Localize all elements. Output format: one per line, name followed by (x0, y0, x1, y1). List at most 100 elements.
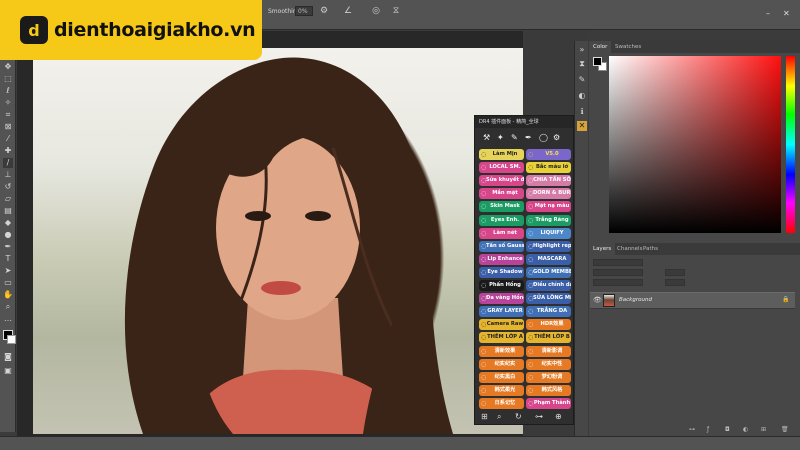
plugin-button[interactable]: ◌ 清新影调 (526, 345, 571, 357)
brush-tool-icon[interactable]: / (3, 158, 13, 168)
link-icon[interactable]: ⊶ (535, 412, 543, 421)
plugin-button[interactable]: ◌ 韩式柔光 (479, 384, 524, 396)
plugin-button[interactable]: ◌ CHIA TẦN SỐ (526, 175, 571, 187)
more-tools-icon[interactable]: … (3, 314, 13, 324)
plugin-button[interactable]: ◌ Làm nét (479, 227, 524, 239)
plugin-button[interactable]: ◌ DORN & BURN (526, 188, 571, 200)
fill-input[interactable] (665, 279, 685, 286)
pen-icon[interactable]: ✒ (525, 133, 532, 142)
background-color-swatch[interactable] (7, 335, 16, 344)
wand-icon[interactable]: ✦ (497, 133, 504, 142)
plugin-button[interactable]: ◌ MASCARA (526, 253, 571, 265)
plugin-panel-icon[interactable]: ✕ (577, 121, 587, 131)
portrait-photo[interactable] (33, 48, 523, 434)
plugin-button[interactable]: ◌ 纪实中性 (526, 358, 571, 370)
plugin-button[interactable]: ◌ Điều chỉnh da (526, 280, 571, 291)
plugin-button[interactable]: ◌ Tần số Gauss (479, 240, 524, 252)
plugin-button[interactable]: ◌ TRẮNG DA (526, 306, 571, 318)
plugin-button[interactable]: ◌ Skin Mask (479, 201, 524, 213)
new-layer-icon[interactable]: ⊞ (761, 426, 766, 433)
color-picker-field[interactable] (609, 56, 781, 233)
frame-tool-icon[interactable]: ⊠ (3, 122, 13, 132)
plugin-button[interactable]: ◌ Eye Shadow (479, 266, 524, 278)
foreground-swatch[interactable] (593, 57, 602, 66)
plugin-button[interactable]: ◌ Phấn Hồng (479, 280, 524, 291)
tools-icon[interactable]: ⚒ (483, 133, 490, 142)
plugin-button[interactable]: ◌ Phạm Thành (526, 397, 571, 409)
plugin-button[interactable]: ◌ THÊM LỚP A (479, 332, 524, 344)
brush-icon[interactable]: ✎ (511, 133, 518, 142)
fx-icon[interactable]: ƒ (707, 426, 709, 433)
add-mask-icon[interactable]: ◘ (725, 426, 730, 433)
adjustments-panel-icon[interactable]: ◐ (577, 91, 587, 101)
move-tool-icon[interactable]: ✥ (3, 62, 13, 72)
info-panel-icon[interactable]: ℹ (577, 107, 587, 117)
tab-color[interactable]: Color (589, 41, 612, 53)
dodge-tool-icon[interactable]: ● (3, 230, 13, 240)
plugin-button[interactable]: ◌ GRAY LAYER (479, 306, 524, 318)
plugin-button[interactable]: ◌GOLD MEMBER (526, 266, 571, 278)
layer-filter-select[interactable] (593, 259, 643, 266)
plugin-button[interactable]: ◌ Camera Raw (479, 319, 524, 331)
pressure-icon[interactable]: ◎ (370, 5, 382, 17)
smoothing-input[interactable]: 0% (295, 6, 313, 16)
adjustment-layer-icon[interactable]: ◐ (743, 426, 748, 433)
layer-name[interactable]: Background (619, 297, 652, 303)
plugin-button[interactable]: ◌ Trắng Răng (526, 214, 571, 226)
plugin-button[interactable]: ◌ Mắn mặt (479, 188, 524, 200)
close-icon[interactable]: ✕ (783, 9, 790, 18)
plugin-button[interactable]: ◌ 纪实黑白 (479, 371, 524, 383)
type-tool-icon[interactable]: T (3, 254, 13, 264)
magic-wand-icon[interactable]: ✧ (3, 98, 13, 108)
plugin-button[interactable]: ◌ 清新效果 (479, 345, 524, 357)
history-panel-icon[interactable]: ⧗ (577, 59, 587, 69)
plugin-button[interactable]: ◌ SỬA LÔNG MI (526, 293, 571, 305)
lock-controls[interactable] (593, 279, 643, 286)
plugin-button[interactable]: ◌ Bắc màu lớ (526, 162, 571, 174)
tab-paths[interactable]: Paths (639, 243, 662, 255)
brush-panel-icon[interactable]: ✎ (577, 75, 587, 85)
rectangle-tool-icon[interactable]: ▭ (3, 278, 13, 288)
grid-icon[interactable]: ⊞ (481, 412, 488, 421)
lock-icon[interactable]: 🔒 (782, 296, 789, 303)
history-brush-icon[interactable]: ↺ (3, 182, 13, 192)
screen-mode-icon[interactable]: ▣ (3, 366, 13, 376)
lasso-tool-icon[interactable]: ℓ (3, 86, 13, 96)
blur-tool-icon[interactable]: ◆ (3, 218, 13, 228)
search-icon[interactable]: ⌕ (497, 412, 501, 422)
path-select-icon[interactable]: ➤ (3, 266, 13, 276)
blend-mode-select[interactable] (593, 269, 643, 276)
plugin-button[interactable]: ◌ HDR效果 (526, 319, 571, 331)
eraser-icon[interactable]: ▱ (3, 194, 13, 204)
collapse-icon[interactable]: » (577, 45, 587, 55)
plugin-button[interactable]: ◌ THÊM LỚP B (526, 332, 571, 344)
plugin-button[interactable]: ◌ LOCAL SM. (479, 162, 524, 174)
minimize-icon[interactable]: – (766, 9, 770, 18)
history-icon[interactable]: ↻ (515, 412, 522, 421)
link-layers-icon[interactable]: ⊶ (689, 426, 695, 433)
brush-angle-icon[interactable]: ∠ (342, 5, 354, 17)
gradient-tool-icon[interactable]: ▤ (3, 206, 13, 216)
plugin-button[interactable]: ◌ Làm Mịn (479, 149, 524, 160)
plugin-button[interactable]: ◌Highlight repair (526, 240, 571, 252)
marquee-tool-icon[interactable]: ⬚ (3, 74, 13, 84)
plugin-button[interactable]: ◌ Eyes Enh. (479, 214, 524, 226)
plus-icon[interactable]: ⊕ (555, 412, 562, 421)
tab-layers[interactable]: Layers (589, 243, 616, 255)
settings-icon[interactable]: ⚙ (553, 133, 560, 142)
plugin-button[interactable]: ◌ V5.0 (526, 149, 571, 160)
opacity-input[interactable] (665, 269, 685, 276)
plugin-button[interactable]: ◌ 日系记忆 (479, 397, 524, 409)
hue-slider[interactable] (786, 56, 795, 233)
healing-brush-icon[interactable]: ✚ (3, 146, 13, 156)
tab-swatches[interactable]: Swatches (611, 41, 645, 53)
hand-tool-icon[interactable]: ✋ (3, 290, 13, 300)
eyedropper-icon[interactable]: ⁄ (3, 134, 13, 144)
zoom-tool-icon[interactable]: ⌕ (3, 302, 13, 312)
quick-mask-icon[interactable]: ◙ (3, 352, 13, 362)
pen-tool-icon[interactable]: ✒ (3, 242, 13, 252)
plugin-button[interactable]: ◌ 梦幻粉调 (526, 371, 571, 383)
plugin-button[interactable]: ◌ Mặt nạ màu (526, 201, 571, 213)
delete-layer-icon[interactable]: 🗑 (781, 426, 789, 433)
plugin-button[interactable]: ◌ Lip Enhance (479, 253, 524, 265)
